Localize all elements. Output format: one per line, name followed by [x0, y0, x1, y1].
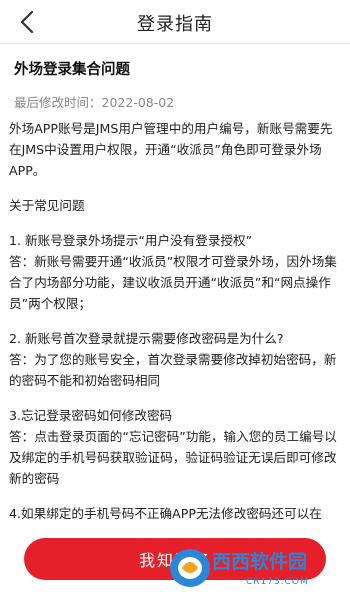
faq-question: 3.忘记登录密码如何修改密码	[9, 408, 173, 423]
bottom-action-bar: 我知道了	[0, 528, 350, 595]
page-title: 登录指南	[137, 14, 213, 35]
last-modified-date: 2022-08-02	[101, 95, 175, 110]
article-body: 外场APP账号是JMS用户管理中的用户编号，新账号需要先在JMS中设置用户权限，…	[9, 118, 339, 528]
faq-item: 1. 新账号登录外场提示“用户没有登录授权” 答：新账号需要开通“收派员”权限才…	[9, 230, 339, 314]
article-intro: 外场APP账号是JMS用户管理中的用户编号，新账号需要先在JMS中设置用户权限，…	[9, 121, 333, 178]
last-modified: 最后修改时间：2022-08-02	[14, 92, 334, 111]
faq-question: 4.如果绑定的手机号码不正确APP无法修改密码还可以在	[9, 506, 322, 521]
faq-question: 1. 新账号登录外场提示“用户没有登录授权”	[9, 233, 253, 248]
faq-answer: 答：点击登录页面的“忘记密码”功能，输入您的员工编号以及绑定的手机号码获取验证码…	[9, 429, 337, 486]
faq-answer: 答：为了您的账号安全，首次登录需要修改掉初始密码，新的密码不能和初始密码相同	[9, 352, 337, 388]
faq-item: 4.如果绑定的手机号码不正确APP无法修改密码还可以在	[9, 503, 339, 524]
faq-answer: 答：新账号需要开通“收派员”权限才可登录外场，因外场集合了内场部分功能，建议收派…	[9, 254, 337, 311]
got-it-button[interactable]: 我知道了	[24, 538, 326, 580]
faq-item: 3.忘记登录密码如何修改密码 答：点击登录页面的“忘记密码”功能，输入您的员工编…	[9, 405, 339, 489]
article-title: 外场登录集合问题	[14, 62, 130, 78]
faq-item: 2. 新账号首次登录就提示需要修改密码是为什么? 答：为了您的账号安全，首次登录…	[9, 328, 339, 391]
faq-heading: 关于常见问题	[9, 198, 85, 213]
faq-question: 2. 新账号首次登录就提示需要修改密码是为什么?	[9, 331, 284, 346]
top-nav-bar: 登录指南	[0, 0, 350, 44]
last-modified-label: 最后修改时间：	[14, 95, 102, 110]
login-guide-page: 登录指南 外场登录集合问题 最后修改时间：2022-08-02 外场APP账号是…	[0, 0, 350, 595]
